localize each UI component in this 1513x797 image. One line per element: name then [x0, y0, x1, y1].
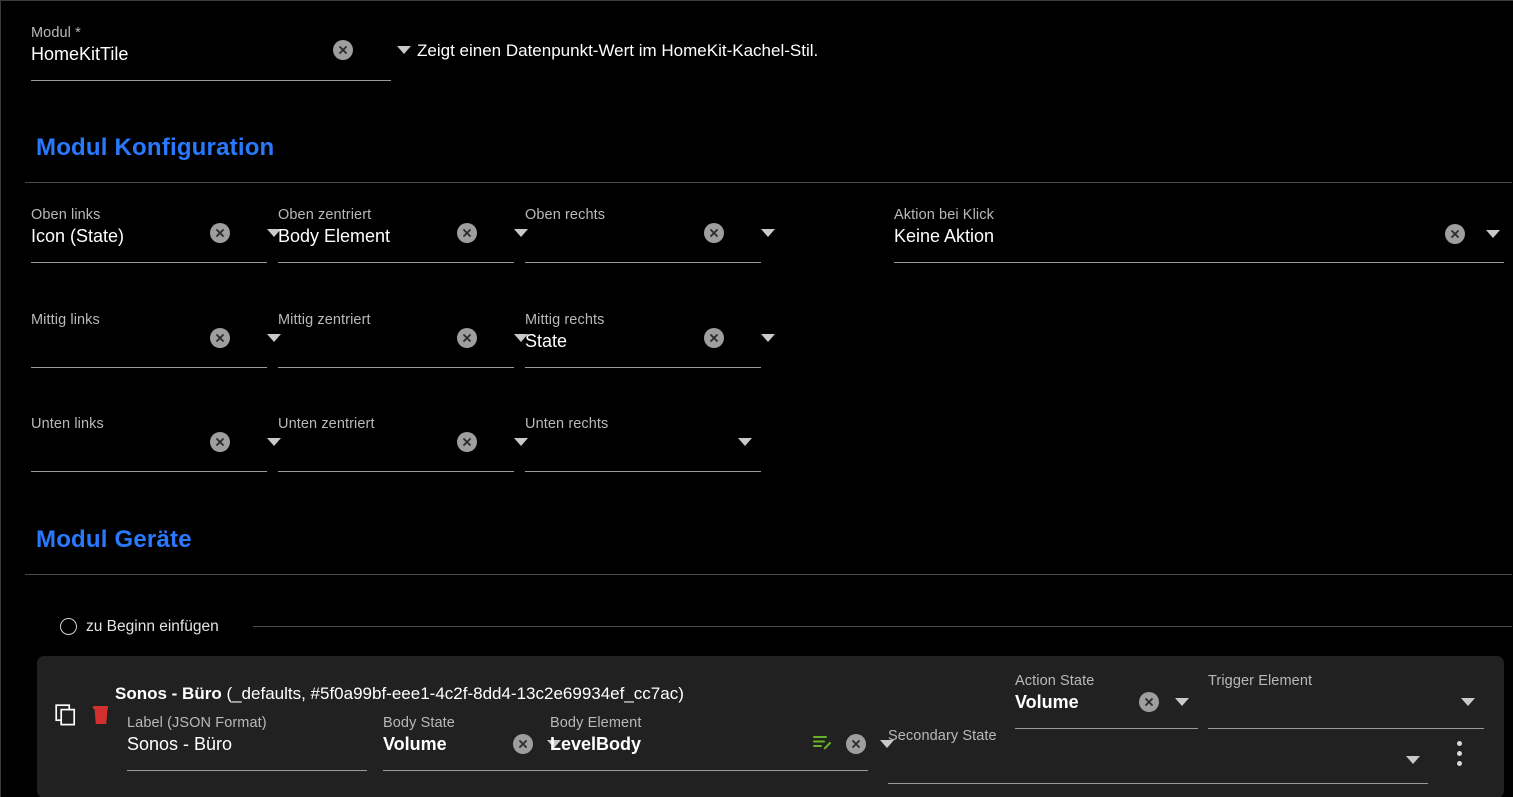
field-oben-rechts-label: Oben rechts [525, 207, 606, 223]
field-aktion-bei-klick-label: Aktion bei Klick [894, 207, 994, 223]
field-body-element[interactable]: Body Element LevelBody [550, 715, 894, 771]
chevron-down-icon[interactable] [761, 334, 775, 342]
module-field-label: Modul * [31, 25, 81, 41]
field-mittig-links[interactable]: Mittig links [31, 312, 281, 368]
clear-circle-icon[interactable] [704, 223, 724, 243]
field-aktion-bei-klick[interactable]: Aktion bei Klick Keine Aktion [894, 207, 1504, 263]
chevron-down-icon[interactable] [397, 46, 411, 54]
field-action-state-label: Action State [1015, 673, 1095, 689]
chevron-down-icon[interactable] [1461, 698, 1475, 706]
field-oben-links-label: Oben links [31, 207, 101, 223]
field-body-element-value: LevelBody [550, 734, 642, 754]
field-trigger-element-label: Trigger Element [1208, 673, 1313, 689]
field-oben-rechts[interactable]: Oben rechts [525, 207, 775, 263]
field-action-state[interactable]: Action State Volume [1015, 673, 1198, 729]
field-label-json-value: Sonos - Büro [127, 734, 233, 754]
field-secondary-state[interactable]: Secondary State [888, 728, 1428, 784]
field-mittig-rechts[interactable]: Mittig rechts State [525, 312, 775, 368]
chevron-down-icon[interactable] [1406, 756, 1420, 764]
field-oben-links-value: Icon (State) [31, 226, 125, 246]
clear-circle-icon[interactable] [1139, 692, 1159, 712]
more-vertical-icon[interactable] [1457, 741, 1462, 766]
field-unten-links-label: Unten links [31, 416, 104, 432]
field-oben-zentriert-value: Body Element [278, 226, 391, 246]
device-card: Sonos - Büro (_defaults, #5f0a99bf-eee1-… [37, 656, 1504, 797]
insert-at-start-label: zu Beginn einfügen [86, 618, 219, 635]
clear-circle-icon[interactable] [704, 328, 724, 348]
section-title-konfiguration: Modul Konfiguration [36, 134, 275, 161]
field-trigger-element[interactable]: Trigger Element [1208, 673, 1484, 729]
field-oben-zentriert[interactable]: Oben zentriert Body Element [278, 207, 528, 263]
chevron-down-icon[interactable] [1175, 698, 1189, 706]
field-oben-zentriert-label: Oben zentriert [278, 207, 372, 223]
clear-circle-icon[interactable] [513, 734, 533, 754]
chevron-down-icon[interactable] [738, 438, 752, 446]
section-title-geraete: Modul Geräte [36, 526, 192, 553]
module-field[interactable]: Modul * HomeKitTile [31, 25, 411, 81]
chevron-down-icon[interactable] [761, 229, 775, 237]
device-title-meta: (_defaults, #5f0a99bf-eee1-4c2f-8dd4-13c… [221, 684, 684, 703]
field-unten-rechts-label: Unten rechts [525, 416, 609, 432]
field-aktion-bei-klick-value: Keine Aktion [894, 226, 995, 246]
field-unten-links[interactable]: Unten links [31, 416, 281, 472]
field-mittig-zentriert-label: Mittig zentriert [278, 312, 371, 328]
field-action-state-value: Volume [1015, 692, 1079, 712]
field-unten-rechts[interactable]: Unten rechts [525, 416, 761, 472]
clear-circle-icon[interactable] [457, 328, 477, 348]
field-secondary-state-label: Secondary State [888, 728, 997, 744]
chevron-down-icon[interactable] [1486, 230, 1500, 238]
clear-circle-icon[interactable] [457, 223, 477, 243]
insert-at-start-divider [253, 626, 1512, 627]
copy-icon[interactable] [55, 704, 77, 731]
field-unten-zentriert[interactable]: Unten zentriert [278, 416, 528, 472]
clear-circle-icon[interactable] [333, 40, 353, 60]
field-label-json[interactable]: Label (JSON Format) Sonos - Büro [127, 715, 367, 771]
field-oben-links[interactable]: Oben links Icon (State) [31, 207, 281, 263]
section-divider-geraete [25, 574, 1512, 575]
clear-circle-icon[interactable] [1445, 224, 1465, 244]
clear-circle-icon[interactable] [210, 328, 230, 348]
module-editor-page: Modul * HomeKitTile Zeigt einen Datenpun… [0, 0, 1513, 797]
insert-at-start-radio[interactable] [60, 618, 77, 635]
list-edit-icon[interactable] [813, 734, 832, 756]
field-body-state[interactable]: Body State Volume [383, 715, 569, 771]
module-description: Zeigt einen Datenpunkt-Wert im HomeKit-K… [417, 41, 819, 60]
device-title-name: Sonos - Büro [115, 684, 222, 703]
field-mittig-rechts-label: Mittig rechts [525, 312, 605, 328]
field-body-state-value: Volume [383, 734, 447, 754]
field-mittig-zentriert[interactable]: Mittig zentriert [278, 312, 528, 368]
field-label-json-label: Label (JSON Format) [127, 715, 267, 731]
clear-circle-icon[interactable] [210, 223, 230, 243]
clear-circle-icon[interactable] [457, 432, 477, 452]
field-mittig-rechts-value: State [525, 331, 568, 351]
device-title: Sonos - Büro (_defaults, #5f0a99bf-eee1-… [115, 684, 684, 704]
trash-icon[interactable] [92, 703, 110, 730]
clear-circle-icon[interactable] [846, 734, 866, 754]
field-body-element-label: Body Element [550, 715, 642, 731]
module-field-value: HomeKitTile [31, 44, 129, 64]
section-divider-konfiguration [25, 182, 1512, 183]
field-mittig-links-label: Mittig links [31, 312, 100, 328]
field-body-state-label: Body State [383, 715, 455, 731]
clear-circle-icon[interactable] [210, 432, 230, 452]
field-unten-zentriert-label: Unten zentriert [278, 416, 375, 432]
